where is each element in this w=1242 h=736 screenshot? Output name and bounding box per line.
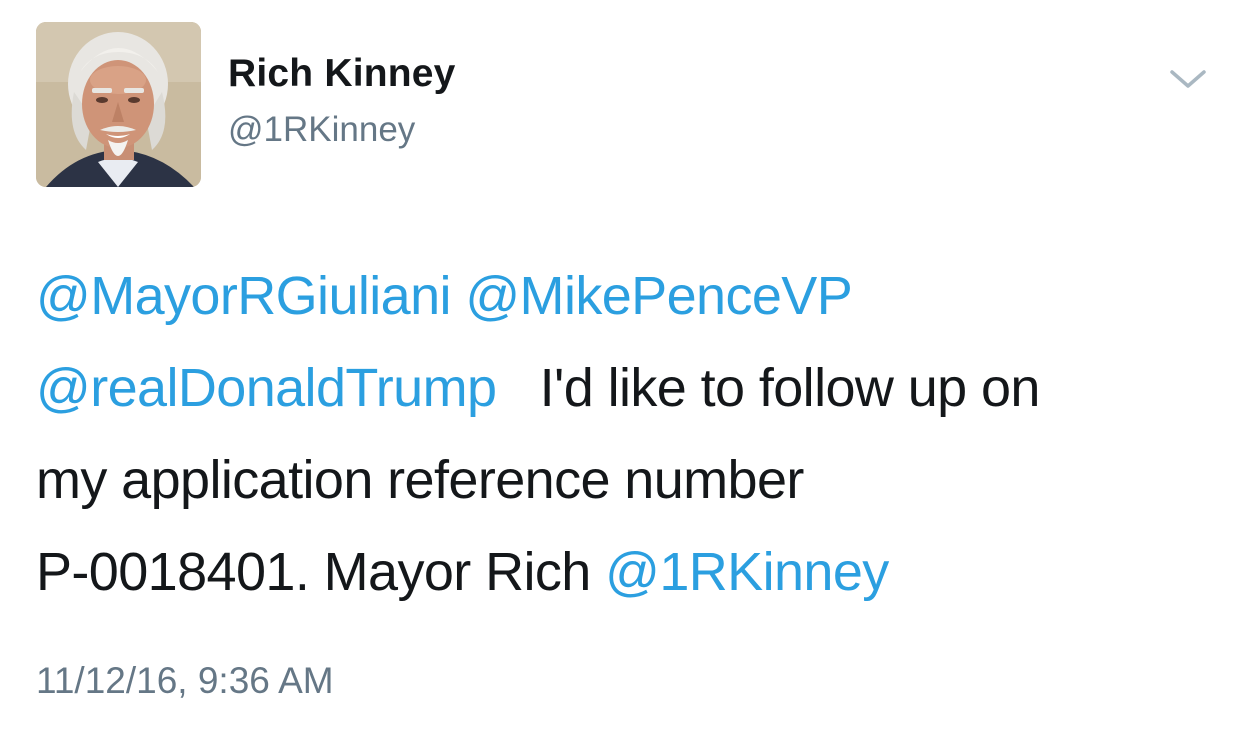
tweet-line-1: @MayorRGiuliani @MikePenceVP <box>36 250 1216 342</box>
tweet-line-2: @realDonaldTrump I'd like to follow up o… <box>36 342 1216 434</box>
mention-link[interactable]: @MikePenceVP <box>465 266 852 326</box>
chevron-down-icon <box>1170 70 1206 88</box>
tweet-menu-button[interactable] <box>1166 64 1210 94</box>
mention-link[interactable]: @MayorRGiuliani <box>36 266 452 326</box>
tweet-text: @MayorRGiuliani @MikePenceVP @realDonald… <box>36 250 1216 618</box>
author-display-name[interactable]: Rich Kinney <box>228 52 456 96</box>
mention-link[interactable]: @realDonaldTrump <box>36 358 497 418</box>
tweet-text-segment: P-0018401. Mayor Rich <box>36 542 591 602</box>
author-handle[interactable]: @1RKinney <box>228 110 415 150</box>
tweet-card: Rich Kinney @1RKinney @MayorRGiuliani @M… <box>0 0 1242 736</box>
tweet-line-4: P-0018401. Mayor Rich @1RKinney <box>36 526 1216 618</box>
tweet-text-segment: I'd like to follow up on <box>539 358 1041 418</box>
avatar[interactable] <box>36 22 201 187</box>
mention-link[interactable]: @1RKinney <box>605 542 889 602</box>
profile-photo <box>36 22 201 187</box>
tweet-timestamp[interactable]: 11/12/16, 9:36 AM <box>36 660 334 702</box>
tweet-line-3: my application reference number <box>36 450 804 510</box>
